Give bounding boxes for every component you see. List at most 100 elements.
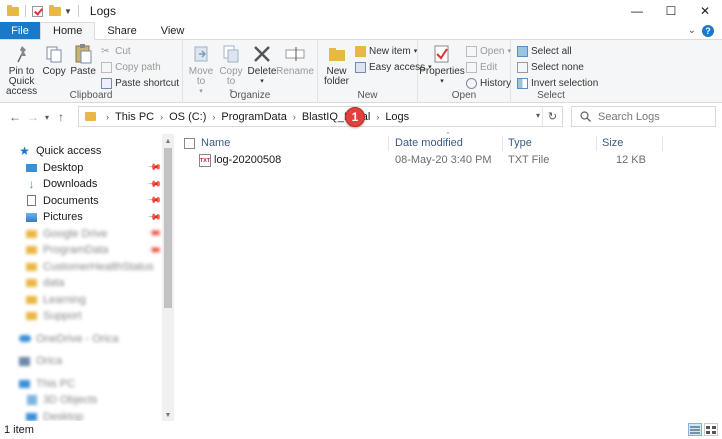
large-icons-view-icon[interactable]	[704, 423, 718, 436]
customize-dropdown-icon[interactable]: ▼	[64, 7, 72, 16]
breadcrumb-logs[interactable]: Logs	[385, 111, 409, 123]
tab-home[interactable]: Home	[40, 22, 96, 40]
ribbon-tabs: File Home Share View ⌄ ?	[0, 22, 722, 40]
file-name[interactable]: log-20200508	[214, 154, 281, 166]
nav-programdata[interactable]: ProgramData 📌	[0, 242, 176, 259]
history-icon	[466, 77, 477, 89]
properties-icon[interactable]	[32, 5, 43, 17]
search-placeholder: Search Logs	[598, 110, 660, 123]
select-all-button[interactable]: Select all	[517, 44, 598, 58]
nav-documents[interactable]: Documents 📌	[0, 193, 176, 210]
column-divider[interactable]	[388, 136, 389, 151]
search-icon	[580, 111, 591, 122]
help-icon[interactable]: ?	[702, 24, 714, 37]
open-group: Properties ▾ Open ▾ Edit History Open	[418, 40, 511, 103]
scroll-up-icon[interactable]: ▲	[162, 135, 174, 147]
maximize-button[interactable]: ☐	[654, 0, 688, 22]
nav-desktop[interactable]: Desktop 📌	[0, 160, 176, 177]
recent-dropdown-icon[interactable]: ▾	[42, 106, 52, 128]
refresh-icon[interactable]: ↻	[542, 107, 562, 126]
nav-downloads[interactable]: ↓ Downloads 📌	[0, 176, 176, 193]
up-button[interactable]: ↑	[52, 106, 70, 128]
nav-this-pc[interactable]: This PC	[0, 376, 176, 393]
open-button[interactable]: Open ▾	[466, 44, 511, 58]
column-type[interactable]: Type	[508, 137, 532, 149]
chevron-right-icon[interactable]: ›	[212, 112, 215, 122]
column-size[interactable]: Size	[602, 137, 623, 149]
file-row[interactable]: TXT log-20200508 08-May-20 3:40 PM TXT F…	[180, 151, 660, 169]
column-divider[interactable]	[596, 136, 597, 151]
pin-icon[interactable]: 📌	[147, 226, 162, 242]
folder-icon	[25, 244, 38, 256]
nav-customer-health-status[interactable]: CustomerHealthStatus	[0, 259, 176, 276]
nav-3d-objects[interactable]: 3D Objects	[0, 392, 176, 409]
column-divider[interactable]	[502, 136, 503, 151]
nav-google-drive[interactable]: Google Drive 📌	[0, 226, 176, 243]
paste-shortcut-button[interactable]: Paste shortcut	[101, 76, 179, 90]
edit-button[interactable]: Edit	[466, 60, 511, 74]
pin-icon[interactable]: 📌	[147, 176, 162, 192]
nav-data[interactable]: data	[0, 275, 176, 292]
tab-share[interactable]: Share	[95, 22, 148, 39]
scroll-thumb[interactable]	[164, 148, 172, 308]
history-button[interactable]: History	[466, 76, 511, 90]
ribbon: Pin to Quick access Copy Paste ✂ Cut Copy…	[0, 40, 722, 103]
forward-button[interactable]: →	[24, 106, 42, 128]
folder-icon	[25, 261, 38, 273]
cut-button[interactable]: ✂ Cut	[101, 44, 179, 58]
tab-file[interactable]: File	[0, 22, 40, 39]
minimize-button[interactable]: —	[620, 0, 654, 22]
column-date-modified[interactable]: Date modified	[395, 137, 463, 149]
new-folder-icon[interactable]	[49, 4, 61, 16]
search-box[interactable]: Search Logs	[571, 106, 716, 127]
chevron-right-icon[interactable]: ›	[106, 112, 109, 122]
nav-support[interactable]: Support	[0, 308, 176, 325]
column-divider[interactable]	[662, 136, 663, 151]
star-icon: ★	[19, 144, 30, 159]
address-dropdown-icon[interactable]: ▾	[536, 111, 540, 120]
column-name[interactable]: Name	[201, 137, 230, 149]
select-all-checkbox[interactable]	[184, 138, 195, 149]
nav-orica[interactable]: Orica	[0, 353, 176, 370]
pin-icon[interactable]: 📌	[147, 242, 162, 258]
breadcrumb-programdata[interactable]: ProgramData	[221, 111, 286, 123]
chevron-right-icon[interactable]: ›	[293, 112, 296, 122]
separator	[25, 5, 26, 17]
breadcrumb-os-c[interactable]: OS (C:)	[169, 111, 206, 123]
pin-icon[interactable]: 📌	[147, 209, 162, 225]
details-view-icon[interactable]	[688, 423, 702, 436]
folder-icon	[25, 228, 38, 240]
nav-pictures[interactable]: Pictures 📌	[0, 209, 176, 226]
easy-access-icon	[355, 61, 367, 73]
collapse-ribbon-icon[interactable]: ⌄	[688, 25, 696, 36]
chevron-right-icon[interactable]: ›	[160, 112, 163, 122]
nav-desktop-2[interactable]: Desktop	[0, 409, 176, 422]
invert-selection-button[interactable]: Invert selection	[517, 76, 598, 90]
copy-path-button[interactable]: Copy path	[101, 60, 179, 74]
nav-scrollbar[interactable]: ▲ ▼	[162, 134, 174, 422]
breadcrumb-this-pc[interactable]: This PC	[115, 111, 154, 123]
tab-view[interactable]: View	[149, 22, 197, 39]
copy-to-icon	[223, 45, 239, 63]
chevron-right-icon[interactable]: ›	[376, 112, 379, 122]
address-bar[interactable]: › This PC › OS (C:) › ProgramData › Blas…	[78, 106, 563, 127]
pin-icon[interactable]: 📌	[147, 160, 162, 176]
back-button[interactable]: ←	[6, 106, 24, 128]
paste-icon	[75, 44, 92, 64]
select-none-button[interactable]: Select none	[517, 60, 598, 74]
clipboard-group-label: Clipboard	[69, 90, 113, 101]
status-bar: 1 item	[0, 421, 722, 439]
scroll-down-icon[interactable]: ▼	[162, 409, 174, 421]
properties-label: Properties	[419, 66, 465, 77]
nav-onedrive[interactable]: OneDrive - Orica	[0, 331, 176, 348]
txt-file-icon: TXT	[199, 154, 211, 167]
edit-icon	[466, 61, 477, 73]
select-none-icon	[517, 61, 528, 73]
delete-icon	[254, 46, 270, 62]
nav-quick-access[interactable]: ★ Quick access	[0, 143, 176, 160]
folder-icon	[25, 310, 38, 322]
pin-icon[interactable]: 📌	[147, 193, 162, 209]
close-button[interactable]: ✕	[688, 0, 722, 22]
file-size: 12 KB	[616, 154, 646, 166]
nav-learning[interactable]: Learning	[0, 292, 176, 309]
